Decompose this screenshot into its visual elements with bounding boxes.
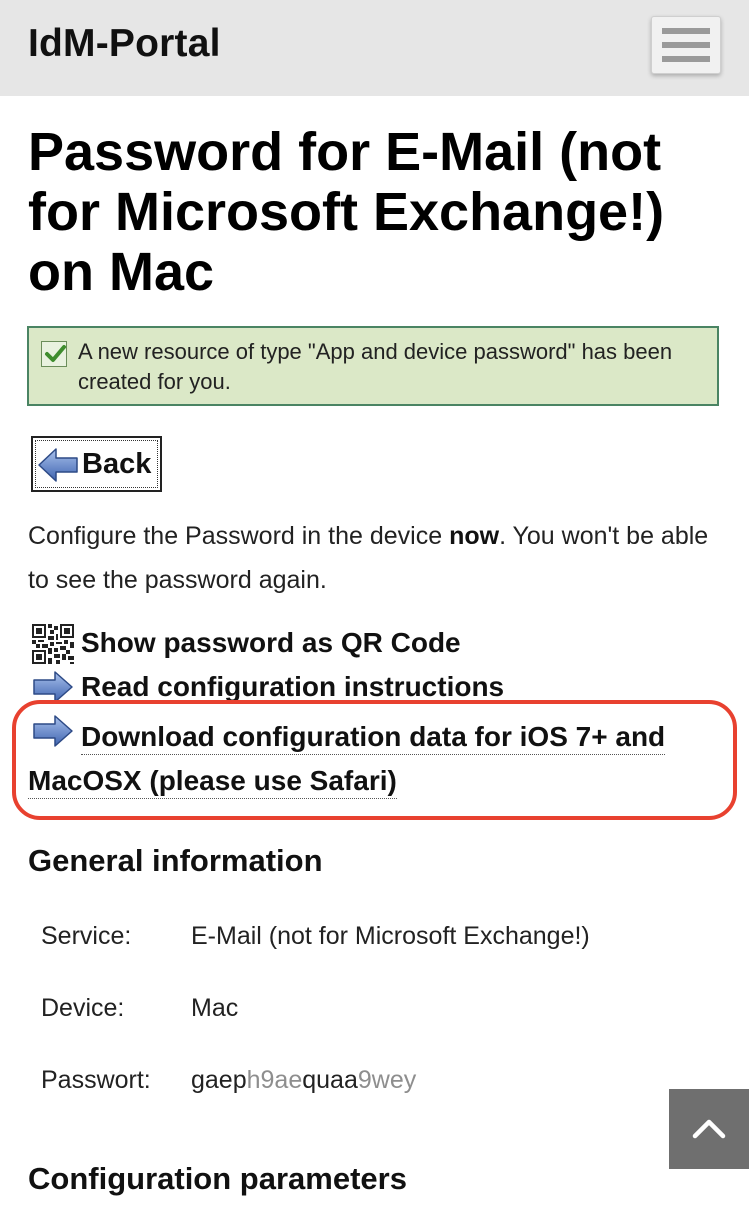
password-label: Passwort:	[41, 1066, 151, 1094]
show-qr-code-link[interactable]: Show password as QR Code	[28, 624, 498, 664]
top-bar: IdM-Portal	[0, 0, 749, 96]
read-instructions-link[interactable]: Read configuration instructions	[28, 668, 548, 708]
instruction-text: Configure the Password in the device now…	[28, 522, 709, 594]
service-value: E-Mail (not for Microsoft Exchange!)	[191, 922, 590, 950]
password-value: gaeph9aequaa9wey	[191, 1066, 417, 1094]
emphasis-now: now	[449, 522, 500, 550]
device-value: Mac	[191, 994, 239, 1022]
service-label: Service:	[41, 922, 132, 950]
download-config-link[interactable]: Download configuration data for iOS 7+ a…	[28, 712, 718, 804]
page-title: Password for E-Mail (not for Microsoft E…	[28, 122, 665, 302]
general-information-heading: General information	[28, 843, 323, 878]
show-qr-code-label: Show password as QR Code	[81, 627, 461, 658]
device-label: Device:	[41, 994, 125, 1022]
back-button-label: Back	[82, 448, 152, 480]
scroll-to-top-button[interactable]	[669, 1089, 749, 1169]
notice-message: A new resource of type "App and device p…	[78, 339, 673, 394]
checkmark-icon	[41, 341, 67, 367]
chevron-up-icon	[692, 1119, 726, 1139]
read-instructions-label: Read configuration instructions	[81, 671, 505, 702]
download-config-label: Download configuration data for iOS 7+ a…	[28, 721, 666, 799]
arrow-right-icon	[32, 669, 74, 712]
qr-code-icon	[32, 624, 74, 671]
configuration-parameters-heading: Configuration parameters	[28, 1161, 407, 1196]
menu-button[interactable]	[651, 16, 721, 74]
success-notice: A new resource of type "App and device p…	[27, 326, 719, 406]
back-button[interactable]: Back	[31, 436, 162, 492]
brand-title[interactable]: IdM-Portal	[28, 22, 221, 66]
arrow-left-icon	[37, 446, 79, 489]
